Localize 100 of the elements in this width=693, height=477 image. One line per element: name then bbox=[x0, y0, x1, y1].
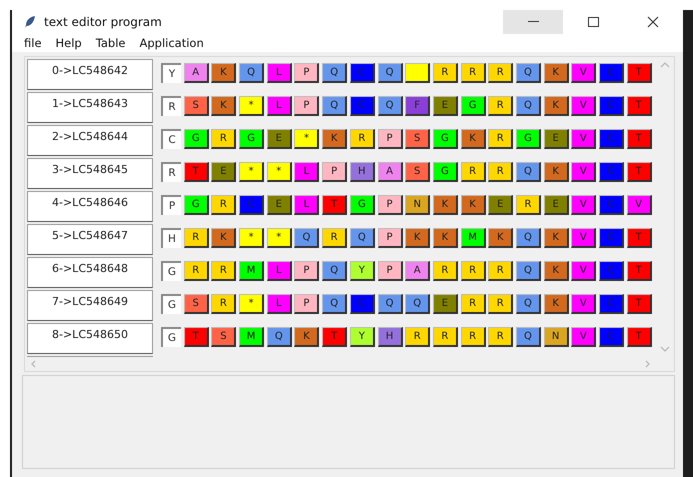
residue-cell[interactable]: R bbox=[350, 129, 375, 149]
residue-cell[interactable]: Q bbox=[350, 228, 375, 248]
residue-cell[interactable]: K bbox=[405, 228, 430, 248]
residue-cell[interactable]: E bbox=[266, 129, 292, 149]
residue-cell[interactable]: T bbox=[626, 294, 652, 314]
residue-cell[interactable]: R bbox=[460, 261, 486, 281]
residue-cell[interactable]: G bbox=[184, 195, 209, 215]
residue-field[interactable]: G bbox=[161, 327, 181, 347]
residue-cell[interactable]: G bbox=[516, 129, 541, 149]
residue-cell[interactable]: G bbox=[432, 162, 458, 182]
residue-cell[interactable]: Q bbox=[516, 162, 541, 182]
residue-field[interactable]: C bbox=[161, 129, 181, 149]
residue-cell[interactable]: V bbox=[571, 195, 596, 215]
residue-cell[interactable]: K bbox=[544, 96, 569, 116]
residue-cell[interactable]: K bbox=[544, 162, 569, 182]
residue-cell[interactable]: Q bbox=[378, 294, 402, 314]
residue-cell[interactable]: L bbox=[266, 294, 292, 314]
sequence-label[interactable]: 1->LC548643 bbox=[27, 92, 153, 123]
residue-cell[interactable]: E bbox=[266, 195, 292, 215]
residue-cell[interactable]: P bbox=[294, 261, 320, 281]
residue-cell[interactable]: R bbox=[460, 294, 486, 314]
residue-cell[interactable]: S bbox=[184, 96, 209, 116]
residue-cell[interactable]: Q bbox=[322, 96, 348, 116]
sequence-label[interactable]: 7->LC548649 bbox=[27, 290, 153, 321]
residue-cell[interactable]: R bbox=[432, 63, 458, 83]
residue-cell[interactable]: T bbox=[626, 96, 652, 116]
residue-cell[interactable]: L bbox=[266, 261, 292, 281]
text-area[interactable] bbox=[22, 375, 675, 469]
residue-cell[interactable]: K bbox=[460, 195, 486, 215]
residue-cell[interactable]: S bbox=[184, 294, 209, 314]
residue-cell[interactable]: * bbox=[239, 294, 264, 314]
residue-field[interactable]: H bbox=[161, 228, 181, 248]
residue-cell[interactable]: N bbox=[405, 195, 430, 215]
residue-cell[interactable]: Q bbox=[516, 261, 541, 281]
menu-item[interactable]: file bbox=[24, 36, 42, 50]
residue-cell[interactable]: Y bbox=[350, 327, 375, 347]
residue-cell[interactable]: K bbox=[544, 228, 569, 248]
residue-cell[interactable]: S bbox=[211, 327, 236, 347]
residue-cell[interactable]: * bbox=[266, 162, 292, 182]
residue-cell[interactable]: E bbox=[432, 96, 458, 116]
residue-cell[interactable]: R bbox=[488, 327, 514, 347]
residue-cell[interactable]: * bbox=[239, 96, 264, 116]
residue-cell[interactable]: Q bbox=[516, 327, 541, 347]
residue-cell[interactable]: K bbox=[432, 195, 458, 215]
residue-cell[interactable]: V bbox=[571, 162, 596, 182]
sequence-label[interactable]: 2->LC548644 bbox=[27, 125, 153, 156]
residue-cell[interactable]: V bbox=[571, 96, 596, 116]
residue-cell[interactable]: K bbox=[432, 228, 458, 248]
scroll-up-icon[interactable] bbox=[660, 61, 670, 69]
menu-item[interactable]: Help bbox=[56, 36, 82, 50]
residue-cell[interactable]: P bbox=[378, 261, 402, 281]
residue-cell[interactable]: G bbox=[350, 195, 375, 215]
residue-cell[interactable]: Q bbox=[322, 294, 348, 314]
menu-item[interactable]: Application bbox=[139, 36, 204, 50]
residue-cell[interactable]: N bbox=[544, 327, 569, 347]
sequence-label[interactable]: 3->LC548645 bbox=[27, 158, 153, 189]
residue-cell[interactable]: K bbox=[544, 261, 569, 281]
residue-cell[interactable]: A bbox=[378, 162, 402, 182]
residue-cell[interactable]: Q bbox=[239, 63, 264, 83]
residue-cell[interactable]: K bbox=[211, 96, 236, 116]
residue-cell[interactable]: L bbox=[266, 63, 292, 83]
residue-cell[interactable]: K bbox=[322, 129, 348, 149]
residue-cell[interactable]: R bbox=[432, 327, 458, 347]
residue-cell[interactable]: Q bbox=[378, 96, 402, 116]
residue-cell[interactable]: P bbox=[294, 63, 320, 83]
residue-cell[interactable]: H bbox=[378, 327, 402, 347]
residue-cell[interactable]: L bbox=[294, 162, 320, 182]
residue-cell[interactable]: M bbox=[460, 228, 486, 248]
residue-cell[interactable]: T bbox=[626, 162, 652, 182]
residue-cell[interactable]: T bbox=[322, 327, 348, 347]
residue-field[interactable]: G bbox=[161, 261, 181, 281]
residue-cell[interactable]: E bbox=[544, 129, 569, 149]
residue-cell[interactable]: K bbox=[211, 63, 236, 83]
residue-cell[interactable]: T bbox=[626, 129, 652, 149]
residue-field[interactable]: Y bbox=[161, 63, 181, 83]
residue-cell[interactable]: P bbox=[294, 294, 320, 314]
residue-cell[interactable]: K bbox=[460, 129, 486, 149]
residue-cell[interactable]: T bbox=[184, 162, 209, 182]
residue-cell[interactable]: S bbox=[405, 162, 430, 182]
residue-cell[interactable]: L bbox=[294, 195, 320, 215]
residue-cell[interactable]: V bbox=[571, 228, 596, 248]
residue-cell[interactable]: R bbox=[460, 327, 486, 347]
residue-cell[interactable]: R bbox=[405, 327, 430, 347]
residue-cell[interactable]: R bbox=[432, 261, 458, 281]
residue-field[interactable]: R bbox=[161, 162, 181, 182]
sequence-label[interactable]: 4->LC548646 bbox=[27, 191, 153, 222]
residue-cell[interactable]: G bbox=[432, 129, 458, 149]
scroll-down-icon[interactable] bbox=[660, 345, 670, 353]
residue-cell[interactable]: Q bbox=[266, 327, 292, 347]
residue-cell[interactable]: R bbox=[322, 228, 348, 248]
residue-cell[interactable]: V bbox=[571, 294, 596, 314]
residue-cell[interactable] bbox=[405, 63, 430, 83]
residue-cell[interactable]: V bbox=[626, 195, 652, 215]
residue-cell[interactable]: K bbox=[544, 63, 569, 83]
residue-cell[interactable]: Y bbox=[350, 261, 375, 281]
residue-cell[interactable]: * bbox=[266, 228, 292, 248]
residue-cell[interactable]: Q bbox=[294, 228, 320, 248]
sequence-label[interactable]: 5->LC548647 bbox=[27, 224, 153, 255]
residue-cell[interactable]: Q bbox=[322, 261, 348, 281]
residue-cell[interactable]: R bbox=[488, 129, 514, 149]
